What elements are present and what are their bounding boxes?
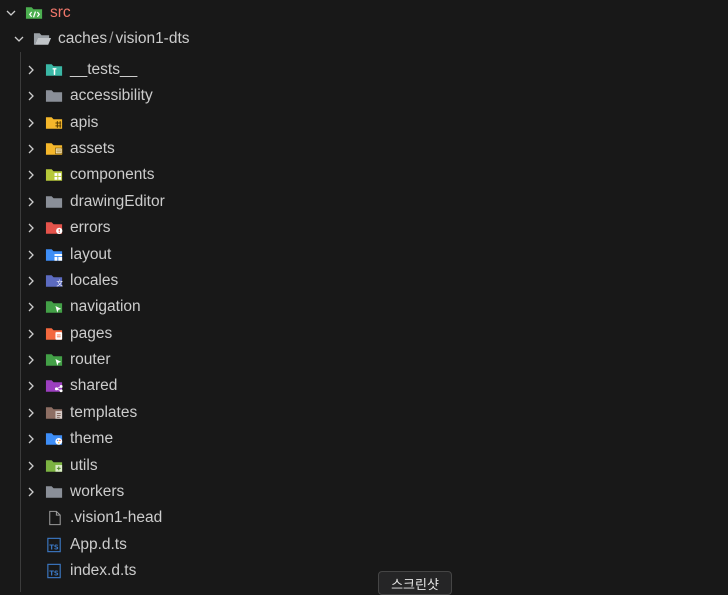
tree-item-pages[interactable]: pages (0, 321, 728, 347)
tree-item-label: utils (70, 457, 98, 474)
tree-item-label: theme (70, 430, 114, 447)
file-icon (44, 509, 64, 527)
folder-icon (44, 87, 64, 105)
tree-item-drawingeditor[interactable]: drawingEditor (0, 189, 728, 215)
chevron-right-icon[interactable] (24, 406, 38, 420)
tree-item-index-d-ts[interactable]: TS index.d.ts (0, 558, 728, 584)
folder-navigation-icon (44, 298, 64, 316)
folder-open-icon (32, 30, 52, 48)
folder-src-open-icon (24, 4, 44, 22)
tree-item-label: navigation (70, 298, 141, 315)
chevron-right-icon[interactable] (24, 142, 38, 156)
folder-pages-icon (44, 325, 64, 343)
tree-item-label: apis (70, 114, 99, 131)
compact-folder-separator: / (109, 30, 114, 47)
chevron-down-icon[interactable] (12, 32, 26, 46)
folder-shared-icon (44, 377, 64, 395)
tree-item-utils[interactable]: utils (0, 453, 728, 479)
folder-test-icon (44, 61, 64, 79)
compact-folder-part-vision1-dts[interactable]: vision1-dts (115, 30, 189, 48)
chevron-right-icon[interactable] (24, 63, 38, 77)
folder-api-icon (44, 114, 64, 132)
folder-components-icon (44, 166, 64, 184)
tree-item-label: App.d.ts (70, 536, 127, 553)
tree-item-label: pages (70, 325, 113, 342)
folder-icon (44, 483, 64, 501)
tree-item-layout[interactable]: layout (0, 242, 728, 268)
folder-router-icon (44, 351, 64, 369)
tree-item-apis[interactable]: apis (0, 110, 728, 136)
svg-text:文: 文 (56, 279, 63, 288)
chevron-down-icon[interactable] (4, 6, 18, 20)
chevron-right-icon[interactable] (24, 327, 38, 341)
compact-folder-part-caches[interactable]: caches (58, 30, 107, 48)
tree-item-label: __tests__ (70, 61, 138, 78)
tree-item-navigation[interactable]: navigation (0, 294, 728, 320)
chevron-right-icon[interactable] (24, 248, 38, 262)
tree-item-app-d-ts[interactable]: TS App.d.ts (0, 532, 728, 558)
chevron-right-icon[interactable] (24, 89, 38, 103)
tree-item-label: drawingEditor (70, 193, 165, 210)
tree-item-theme[interactable]: theme (0, 426, 728, 452)
tree-item-label: templates (70, 404, 138, 421)
tree-item-label: accessibility (70, 87, 153, 104)
tree-item-tests[interactable]: __tests__ (0, 57, 728, 83)
tree-item-label: src (50, 4, 71, 21)
folder-template-icon (44, 404, 64, 422)
tree-item-label: components (70, 166, 155, 183)
chevron-right-icon[interactable] (24, 168, 38, 182)
tree-item-label: shared (70, 377, 118, 394)
tooltip-text: 스크린샷 (391, 576, 439, 592)
tree-item-label: workers (70, 483, 125, 500)
tree-item-accessibility[interactable]: accessibility (0, 83, 728, 109)
tree-item-label: locales (70, 272, 119, 289)
tree-item-shared[interactable]: shared (0, 373, 728, 399)
chevron-right-icon[interactable] (24, 459, 38, 473)
svg-text:TS: TS (49, 543, 59, 551)
tree-item-workers[interactable]: workers (0, 479, 728, 505)
tree-item-caches-vision1-dts[interactable]: caches / vision1-dts (0, 26, 728, 52)
tree-item-assets[interactable]: assets (0, 136, 728, 162)
chevron-right-icon[interactable] (24, 195, 38, 209)
svg-text:TS: TS (49, 569, 59, 577)
tree-item-label: router (70, 351, 111, 368)
tree-item-label: layout (70, 246, 112, 263)
tree-item-locales[interactable]: 文 locales (0, 268, 728, 294)
tree-item-router[interactable]: router (0, 347, 728, 373)
folder-layout-icon (44, 246, 64, 264)
folder-error-icon (44, 219, 64, 237)
typescript-def-icon: TS (44, 562, 64, 580)
tree-item-errors[interactable]: errors (0, 215, 728, 241)
tree-item-label: assets (70, 140, 115, 157)
tree-item-templates[interactable]: templates (0, 400, 728, 426)
chevron-right-icon[interactable] (24, 485, 38, 499)
tree-item-src[interactable]: src (0, 0, 728, 26)
chevron-right-icon[interactable] (24, 221, 38, 235)
typescript-def-icon: TS (44, 536, 64, 554)
folder-assets-icon (44, 140, 64, 158)
chevron-right-icon[interactable] (24, 300, 38, 314)
chevron-right-icon[interactable] (24, 379, 38, 393)
folder-icon (44, 193, 64, 211)
tree-item-label: .vision1-head (70, 509, 163, 526)
folder-utils-icon (44, 457, 64, 475)
chevron-right-icon[interactable] (24, 116, 38, 130)
folder-theme-icon (44, 430, 64, 448)
chevron-right-icon[interactable] (24, 353, 38, 367)
tree-item-label: index.d.ts (70, 562, 137, 579)
tree-item-vision1-head[interactable]: .vision1-head (0, 505, 728, 531)
chevron-right-icon[interactable] (24, 432, 38, 446)
chevron-right-icon[interactable] (24, 274, 38, 288)
tree-item-label: errors (70, 219, 111, 236)
folder-i18n-icon: 文 (44, 272, 64, 290)
tree-item-components[interactable]: components (0, 162, 728, 188)
tooltip: 스크린샷 (378, 571, 452, 595)
